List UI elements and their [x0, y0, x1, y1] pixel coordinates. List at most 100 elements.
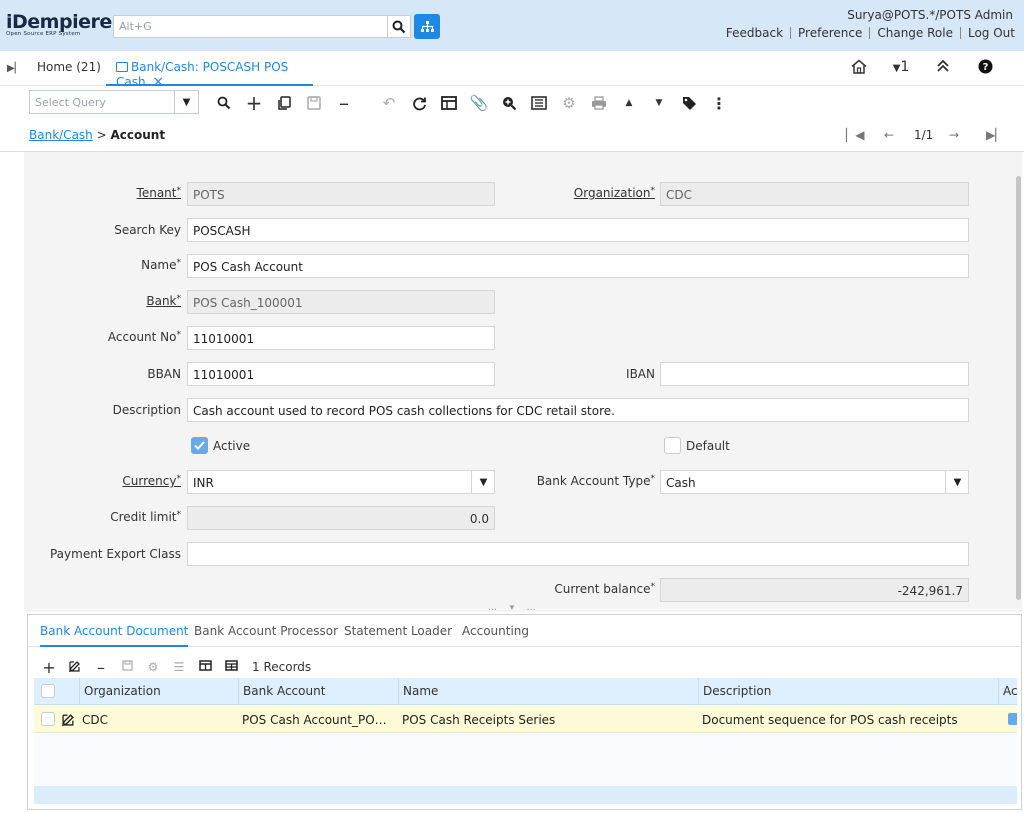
column-header-bank-account[interactable]: Bank Account	[238, 678, 398, 705]
payment-export-class-field[interactable]	[187, 542, 969, 566]
collapse-sidebar-icon[interactable]: ▶▏	[7, 63, 22, 74]
column-header-name[interactable]: Name	[398, 678, 698, 705]
splitter-handle-icon[interactable]: … ▾ …	[488, 603, 537, 613]
organization-label[interactable]: Organization*	[574, 186, 655, 200]
new-record-button[interactable]: +	[243, 91, 265, 115]
select-all-checkbox[interactable]	[41, 684, 55, 698]
credit-limit-field[interactable]: 0.0	[187, 506, 495, 530]
global-search-input[interactable]: Alt+G	[113, 15, 388, 38]
iban-field[interactable]	[660, 362, 969, 386]
zoom-across-button[interactable]	[498, 92, 520, 114]
payment-export-class-label: Payment Export Class	[49, 547, 181, 561]
report-button[interactable]	[528, 92, 550, 114]
next-record-button[interactable]: ▼	[648, 92, 670, 114]
gear-icon[interactable]: ⚙	[140, 660, 166, 674]
default-checkbox[interactable]	[664, 437, 681, 454]
last-record-icon[interactable]: ▶▏	[986, 128, 1004, 142]
organization-field[interactable]: CDC	[660, 182, 969, 206]
print-button[interactable]	[588, 92, 610, 114]
cell-bank-account[interactable]: POS Cash Account_POS Cas...	[238, 706, 396, 733]
name-field[interactable]: POS Cash Account	[187, 254, 969, 278]
list-icon[interactable]: ☰	[166, 660, 192, 674]
tab-bank-account-processor[interactable]: Bank Account Processor	[194, 624, 338, 638]
column-header-active[interactable]: Ac	[998, 678, 1017, 705]
toggle-grid-button[interactable]	[438, 92, 460, 114]
cell-description[interactable]: Document sequence for POS cash receipts	[698, 706, 998, 733]
cell-name[interactable]: POS Cash Receipts Series	[398, 706, 698, 733]
idempiere-logo[interactable]: iDempiere Open Source ERP System	[6, 12, 112, 42]
form-scrollbar[interactable]	[1016, 176, 1021, 600]
chevron-down-icon[interactable]: ▼	[174, 91, 198, 113]
search-button[interactable]	[387, 15, 411, 38]
edit-icon[interactable]	[62, 660, 88, 675]
cell-active-checkbox[interactable]	[1008, 713, 1017, 725]
tab-bank-cash[interactable]: Bank/Cash: POSCASH POS Cash ×	[106, 51, 313, 90]
bban-field[interactable]: 11010001	[187, 362, 495, 386]
table-view-icon[interactable]	[218, 660, 244, 674]
currency-label[interactable]: Currency*	[122, 474, 181, 488]
help-icon[interactable]: ?	[964, 59, 1006, 78]
copy-icon	[278, 95, 291, 110]
process-button[interactable]: ⚙	[558, 92, 580, 114]
printer-icon	[592, 96, 606, 110]
form-view-icon[interactable]	[192, 660, 218, 674]
window-count-dropdown[interactable]: ▼1	[880, 59, 922, 78]
bank-account-type-dropdown[interactable]: Cash ▼	[660, 470, 969, 494]
tab-home[interactable]: Home (21)	[37, 60, 101, 74]
save-icon[interactable]	[114, 660, 140, 674]
tenant-field[interactable]: POTS	[187, 182, 495, 206]
change-role-link[interactable]: Change Role	[869, 27, 960, 39]
home-icon[interactable]	[838, 59, 880, 78]
account-no-field[interactable]: 11010001	[187, 326, 495, 350]
tab-statement-loader[interactable]: Statement Loader	[344, 624, 452, 638]
bank-account-type-value: Cash	[666, 476, 696, 490]
feedback-link[interactable]: Feedback	[719, 27, 790, 39]
save-icon	[307, 96, 321, 110]
grid-icon	[441, 96, 457, 110]
tenant-label[interactable]: Tenant*	[137, 186, 181, 200]
current-balance-field[interactable]: -242,961.7	[660, 578, 969, 602]
preference-link[interactable]: Preference	[790, 27, 869, 39]
description-field[interactable]: Cash account used to record POS cash col…	[187, 398, 969, 422]
collapse-up-icon[interactable]	[922, 59, 964, 78]
detail-grid: Organization Bank Account Name Descripti…	[34, 678, 1017, 804]
copy-record-button[interactable]	[273, 92, 295, 114]
chevron-down-icon[interactable]: ▼	[471, 471, 494, 493]
bank-field[interactable]: POS Cash_100001	[187, 290, 495, 314]
sitemap-button[interactable]	[414, 14, 440, 39]
chevron-down-icon[interactable]: ▼	[945, 471, 968, 493]
tag-button[interactable]	[678, 92, 700, 114]
column-header-organization[interactable]: Organization	[79, 678, 238, 705]
tab-accounting[interactable]: Accounting	[462, 624, 529, 638]
select-query-dropdown[interactable]: Select Query ▼	[29, 90, 199, 114]
new-row-icon[interactable]: +	[36, 658, 62, 677]
row-checkbox[interactable]	[41, 712, 55, 726]
first-record-icon[interactable]: ▏◀	[846, 128, 864, 142]
search-key-field[interactable]: POSCASH	[187, 218, 969, 242]
previous-record-button[interactable]: ▲	[618, 92, 640, 114]
active-checkbox[interactable]	[191, 437, 208, 454]
undo-button[interactable]: ↶	[378, 92, 400, 114]
bank-label[interactable]: Bank*	[146, 294, 181, 308]
cell-organization[interactable]: CDC	[78, 706, 238, 733]
more-options-button[interactable]: ⋮	[708, 92, 730, 114]
table-row[interactable]: CDC POS Cash Account_POS Cas... POS Cash…	[34, 706, 1017, 733]
tab-bank-account-document[interactable]: Bank Account Document	[40, 624, 189, 647]
column-header-description[interactable]: Description	[698, 678, 998, 705]
logout-link[interactable]: Log Out	[959, 27, 1015, 39]
next-arrow-icon[interactable]: →	[949, 128, 959, 142]
refresh-button[interactable]	[408, 92, 430, 114]
find-button[interactable]	[213, 92, 235, 114]
save-button[interactable]	[303, 92, 325, 114]
currency-dropdown[interactable]: INR ▼	[187, 470, 495, 494]
breadcrumb-parent-link[interactable]: Bank/Cash	[29, 128, 93, 142]
attachment-button[interactable]: 📎	[468, 92, 490, 114]
svg-text:?: ?	[982, 62, 988, 73]
detail-panel: Bank Account Document Bank Account Proce…	[27, 614, 1022, 810]
edit-icon[interactable]	[61, 713, 75, 727]
row-select-cell	[34, 706, 79, 733]
delete-button[interactable]: –	[333, 91, 355, 115]
delete-row-icon[interactable]: –	[88, 658, 114, 677]
currency-value: INR	[193, 476, 214, 490]
previous-arrow-icon[interactable]: ←	[884, 128, 894, 142]
